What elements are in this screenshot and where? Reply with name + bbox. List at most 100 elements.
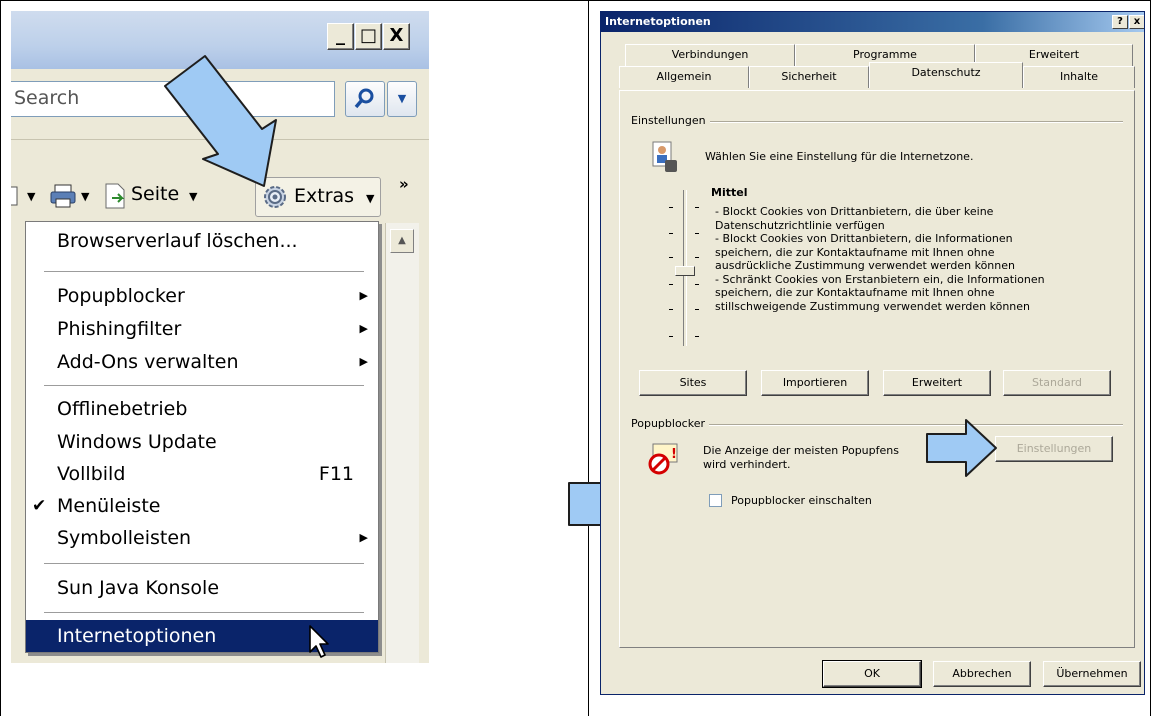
menu-separator: [44, 385, 364, 387]
detail-line: ausdrückliche Zustimmung verwendet werde…: [715, 259, 1015, 272]
menu-item-label: Add-Ons verwalten: [57, 351, 239, 373]
dialog-titlebar: Internetoptionen: [601, 12, 1144, 32]
page-icon[interactable]: [103, 182, 127, 210]
tab-datenschutz[interactable]: Datenschutz: [869, 62, 1023, 88]
detail-line: - Schränkt Cookies von Erstanbietern ein…: [715, 272, 1045, 286]
slider-tick: [669, 233, 673, 234]
slider-tick: [669, 309, 673, 310]
slider-tick: [669, 257, 673, 258]
slider-tick: [669, 284, 673, 285]
menu-item-label: Menüleiste: [57, 495, 161, 517]
slider-tick: [669, 207, 673, 208]
svg-text:!: !: [671, 447, 677, 462]
privacy-slider-thumb[interactable]: [675, 266, 695, 276]
privacy-level-icon: [652, 141, 677, 172]
slider-tick: [695, 233, 699, 234]
maximize-button[interactable]: □: [355, 23, 382, 50]
menu-separator: [44, 271, 364, 273]
detail-line: speichern, die zur Kontaktaufname mit Ih…: [715, 286, 995, 299]
page-scrollbar[interactable]: ▲: [385, 223, 419, 663]
print-dropdown[interactable]: ▼: [81, 190, 89, 203]
help-button[interactable]: ?: [1112, 15, 1128, 29]
menu-separator: [44, 612, 364, 614]
slider-tick: [695, 257, 699, 258]
cancel-button[interactable]: Abbrechen: [933, 661, 1031, 687]
search-options-button[interactable]: ▼: [387, 81, 417, 117]
menu-item-browserverlauf[interactable]: Browserverlauf löschen...: [26, 225, 378, 257]
menu-item-windows-update[interactable]: Windows Update: [26, 426, 378, 458]
menu-item-label: Internetoptionen: [57, 625, 217, 647]
popupblocker-checkbox[interactable]: [709, 494, 722, 507]
frame-top: [0, 0, 1151, 1]
feeds-dropdown[interactable]: ▼: [27, 190, 35, 203]
ok-button[interactable]: OK: [822, 660, 922, 688]
menu-item-popupblocker[interactable]: Popupblocker ▶: [26, 280, 378, 312]
default-button[interactable]: Standard: [1003, 370, 1111, 396]
menu-item-label: Phishingfilter: [57, 318, 182, 340]
ie-titlebar: _ □ X: [11, 11, 429, 69]
detail-line: speichern, die zur Kontaktaufname mit Ih…: [715, 245, 995, 259]
internetoptionen-dialog: Internetoptionen ? x Verbindungen Progra…: [600, 11, 1145, 695]
detail-line: - Blockt Cookies von Drittanbietern, die…: [715, 205, 994, 218]
slider-tick: [695, 309, 699, 310]
group-label-popupblocker: Popupblocker: [631, 417, 709, 430]
detail-line: - Blockt Cookies von Drittanbietern, die…: [715, 232, 1013, 245]
popup-blocked-icon: !: [648, 443, 678, 475]
seite-menu-button[interactable]: Seite: [131, 183, 179, 205]
menu-item-shortcut: F11: [318, 463, 354, 485]
frame-divider: [588, 0, 589, 716]
scroll-up-button[interactable]: ▲: [390, 229, 414, 253]
popup-description-line2: wird verhindert.: [703, 458, 791, 471]
tab-sicherheit[interactable]: Sicherheit: [749, 66, 869, 88]
menu-separator: [44, 563, 364, 565]
group-label-einstellungen: Einstellungen: [631, 114, 710, 127]
tab-verbindungen[interactable]: Verbindungen: [625, 44, 795, 66]
menu-item-symbolleisten[interactable]: Symbolleisten ▶: [26, 522, 378, 554]
search-button[interactable]: [345, 81, 385, 117]
extras-menu: Browserverlauf löschen... Popupblocker ▶…: [25, 221, 379, 658]
slider-tick: [669, 336, 673, 337]
search-input[interactable]: Search: [11, 81, 335, 117]
apply-button[interactable]: Übernehmen: [1043, 661, 1141, 687]
menu-item-label: Sun Java Konsole: [57, 577, 220, 599]
tab-inhalte[interactable]: Inhalte: [1023, 66, 1135, 88]
minimize-button[interactable]: _: [327, 23, 354, 50]
extras-menu-button[interactable]: Extras ▼: [255, 177, 381, 217]
popup-settings-button[interactable]: Einstellungen: [995, 436, 1113, 462]
detail-line: stillschweigende Zustimmung verwendet we…: [715, 299, 1031, 313]
privacy-level-details: - Blockt Cookies von Drittanbietern, die…: [715, 205, 1045, 313]
datenschutz-page: [619, 90, 1135, 648]
menu-item-label: Vollbild: [57, 463, 126, 485]
import-button[interactable]: Importieren: [761, 370, 869, 396]
submenu-arrow-icon: ▶: [359, 531, 368, 544]
menu-item-phishingfilter[interactable]: Phishingfilter ▶: [26, 313, 378, 345]
frame-left: [0, 0, 1, 716]
menu-item-menueleiste[interactable]: ✔ Menüleiste: [26, 490, 378, 522]
seite-dropdown[interactable]: ▼: [189, 190, 197, 203]
dialog-title: Internetoptionen: [605, 15, 711, 28]
detail-line: Datenschutzrichtlinie verfügen: [715, 218, 885, 232]
submenu-arrow-icon: ▶: [359, 289, 368, 302]
menu-item-vollbild[interactable]: Vollbild F11: [26, 458, 378, 490]
menu-item-sun-java-konsole[interactable]: Sun Java Konsole: [26, 572, 378, 604]
advanced-button[interactable]: Erweitert: [883, 370, 991, 396]
popupblocker-checkbox-label[interactable]: Popupblocker einschalten: [731, 494, 872, 508]
close-button[interactable]: X: [383, 23, 410, 50]
submenu-arrow-icon: ▶: [359, 355, 368, 368]
dialog-close-button[interactable]: x: [1129, 15, 1144, 29]
home-icon[interactable]: [11, 185, 21, 207]
sites-button[interactable]: Sites: [639, 370, 747, 396]
settings-description: Wählen Sie eine Einstellung für die Inte…: [705, 150, 974, 163]
menu-item-add-ons[interactable]: Add-Ons verwalten ▶: [26, 346, 378, 378]
menu-item-label: Symbolleisten: [57, 527, 192, 549]
print-icon[interactable]: [49, 183, 77, 209]
search-row: Search ▼: [11, 69, 429, 139]
check-icon: ✔: [32, 496, 47, 516]
slider-tick: [695, 284, 699, 285]
more-commands-button[interactable]: »: [399, 175, 409, 193]
menu-item-offlinebetrieb[interactable]: Offlinebetrieb: [26, 393, 378, 425]
popup-description-line1: Die Anzeige der meisten Popupfens: [703, 444, 899, 457]
extras-label: Extras: [294, 185, 355, 207]
privacy-level-name: Mittel: [711, 186, 748, 199]
tab-allgemein[interactable]: Allgemein: [619, 66, 749, 88]
